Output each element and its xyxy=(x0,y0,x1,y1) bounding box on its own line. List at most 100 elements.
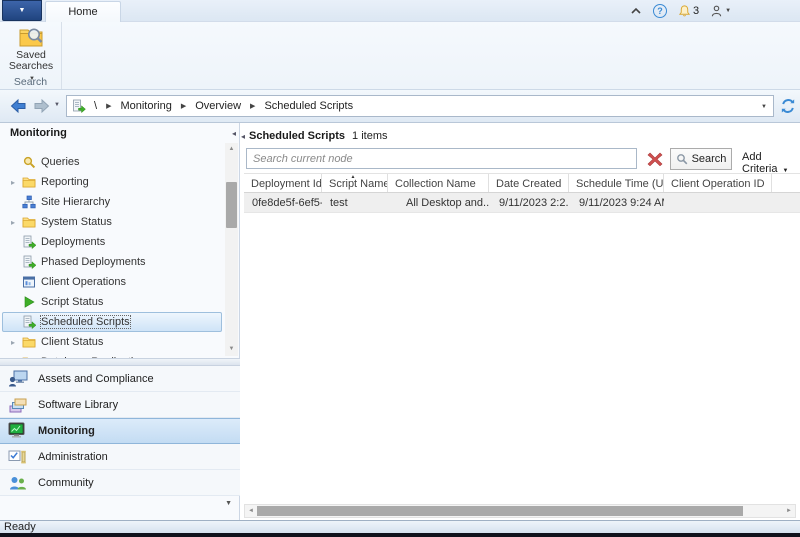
tree-item-script-status[interactable]: Script Status xyxy=(2,292,222,312)
scroll-right-icon[interactable]: ► xyxy=(783,505,795,517)
cell-script-name: test xyxy=(330,197,348,209)
cell-deployment-id: 0fe8de5f-6ef5-... xyxy=(252,197,322,209)
navigation-pane: Monitoring ◂ Queries ▸ Reporting Site Hi… xyxy=(0,123,240,520)
software-library-icon xyxy=(8,396,28,414)
back-button[interactable] xyxy=(6,94,29,117)
community-icon xyxy=(8,474,28,492)
cell-client-operation-id xyxy=(664,193,772,212)
tree-item-scheduled-scripts[interactable]: Scheduled Scripts xyxy=(2,312,222,332)
add-criteria-button[interactable]: Add Criteria ▼ xyxy=(742,151,796,175)
scrollbar-thumb[interactable] xyxy=(257,506,743,516)
tab-home[interactable]: Home xyxy=(45,1,121,22)
search-button[interactable]: Search xyxy=(670,148,732,170)
search-input[interactable] xyxy=(246,148,637,169)
ribbon-group-label-search: Search xyxy=(13,76,48,88)
app-menu-arrow-icon: ▼ xyxy=(18,7,26,14)
workspace-software-library[interactable]: Software Library xyxy=(0,392,240,418)
status-text: Ready xyxy=(4,521,36,533)
configure-workspaces-icon[interactable]: ▼ xyxy=(225,500,232,507)
deployment-icon xyxy=(22,315,36,329)
assets-and-compliance-icon xyxy=(8,370,28,388)
site-hierarchy-icon xyxy=(22,195,36,209)
workspace-buttons: Assets and Compliance Software Library M… xyxy=(0,366,240,496)
column-header-script-name[interactable]: ▲ Script Name xyxy=(322,174,388,192)
navigation-pane-title: Monitoring xyxy=(10,127,67,139)
app-menu-button[interactable]: ▼ xyxy=(2,0,42,21)
cell-date-created: 9/11/2023 2:2... xyxy=(499,197,569,209)
workspace-assets-and-compliance[interactable]: Assets and Compliance xyxy=(0,366,240,392)
address-dropdown-arrow[interactable]: ▼ xyxy=(761,104,767,110)
breadcrumb-separator-icon: ▶ xyxy=(180,103,187,110)
workspace-monitoring[interactable]: Monitoring xyxy=(0,418,240,444)
breadcrumb-separator-icon: ▶ xyxy=(250,103,256,110)
tree-item-client-status[interactable]: ▸ Client Status xyxy=(2,332,222,352)
expand-arrow-icon[interactable]: ▸ xyxy=(11,178,22,187)
notification-count: 3 xyxy=(693,5,700,17)
window-bottom-edge xyxy=(0,533,800,537)
scroll-down-icon[interactable]: ▼ xyxy=(225,343,238,356)
horizontal-scrollbar[interactable]: ◄ ► xyxy=(244,504,796,518)
cell-collection-name: All Desktop and... xyxy=(406,197,489,209)
refresh-icon[interactable] xyxy=(780,98,797,115)
tree-item-system-status[interactable]: ▸ System Status xyxy=(2,212,222,232)
tree-scrollbar[interactable]: ▲ ▼ xyxy=(225,143,238,356)
tree-item-client-operations[interactable]: Client Operations xyxy=(2,272,222,292)
grid-header: Deployment Id ▲ Script Name Collection N… xyxy=(244,173,800,193)
collapse-pane-icon[interactable]: ◂ xyxy=(232,129,236,138)
notifications-bell-icon[interactable]: 3 xyxy=(678,3,699,19)
expand-arrow-icon[interactable]: ▸ xyxy=(11,218,22,227)
results-grid: Deployment Id ▲ Script Name Collection N… xyxy=(244,173,800,213)
search-bar: Search Add Criteria ▼ xyxy=(246,148,796,175)
forward-button[interactable] xyxy=(30,94,53,117)
tree-item-phased-deployments[interactable]: Phased Deployments xyxy=(2,252,222,272)
column-header-date-created[interactable]: Date Created xyxy=(489,174,569,192)
scroll-left-icon[interactable]: ◄ xyxy=(245,505,257,517)
monitoring-icon xyxy=(8,422,28,440)
deployment-icon xyxy=(22,255,36,269)
cell-schedule-time: 9/11/2023 9:24 AM xyxy=(579,197,664,209)
list-title-text: Scheduled Scripts xyxy=(249,130,345,142)
help-icon[interactable]: ? xyxy=(653,3,667,19)
workspace-community[interactable]: Community xyxy=(0,470,240,496)
breadcrumb-item-monitoring[interactable]: Monitoring xyxy=(120,100,171,112)
scroll-up-icon[interactable]: ▲ xyxy=(225,143,238,156)
search-icon xyxy=(676,154,687,165)
breadcrumb-root[interactable]: \ xyxy=(94,100,97,112)
column-header-deployment-id[interactable]: Deployment Id xyxy=(244,174,322,192)
scrollbar-thumb[interactable] xyxy=(226,182,237,228)
collapse-navigation-icon[interactable]: ◂ xyxy=(241,132,245,141)
ribbon-group-search: Saved Searches ▼ Search xyxy=(0,22,62,89)
clear-search-icon[interactable] xyxy=(643,148,667,169)
node-icon xyxy=(73,99,86,113)
breadcrumb-item-scheduled-scripts[interactable]: Scheduled Scripts xyxy=(264,100,353,112)
table-row[interactable]: 0fe8de5f-6ef5-... test All Desktop and..… xyxy=(244,193,800,213)
workspace-buttons-footer: ▼ xyxy=(0,496,240,520)
configuration-manager-window: ▼ Home ? 3 ▼ Saved Searches ▼ Search ▼ \… xyxy=(0,0,800,537)
queries-icon xyxy=(22,155,36,169)
collapse-ribbon-icon[interactable] xyxy=(630,3,642,19)
tree-item-queries[interactable]: Queries xyxy=(2,152,222,172)
titlebar-icons: ? 3 ▼ xyxy=(630,2,731,20)
folder-icon xyxy=(22,215,36,229)
tree-item-site-hierarchy[interactable]: Site Hierarchy xyxy=(2,192,222,212)
workspace-administration[interactable]: Administration xyxy=(0,444,240,470)
item-count: 1 items xyxy=(352,130,388,142)
column-header-schedule-time[interactable]: Schedule Time (UTC) xyxy=(569,174,664,192)
expand-arrow-icon[interactable]: ▸ xyxy=(11,338,22,347)
column-header-client-operation-id[interactable]: Client Operation ID xyxy=(664,174,772,192)
saved-searches-button[interactable]: Saved Searches ▼ xyxy=(3,24,59,82)
pane-splitter[interactable] xyxy=(0,358,240,366)
breadcrumb-item-overview[interactable]: Overview xyxy=(195,100,241,112)
column-header-collection-name[interactable]: Collection Name xyxy=(388,174,489,192)
deployment-icon xyxy=(22,235,36,249)
tree-item-deployments[interactable]: Deployments xyxy=(2,232,222,252)
script-status-play-icon xyxy=(22,295,36,309)
history-dropdown-arrow[interactable]: ▼ xyxy=(54,102,60,108)
tree-item-reporting[interactable]: ▸ Reporting xyxy=(2,172,222,192)
list-title: Scheduled Scripts 1 items xyxy=(249,130,388,142)
saved-searches-icon xyxy=(19,28,43,47)
feedback-icon[interactable]: ▼ xyxy=(710,3,731,19)
breadcrumb[interactable]: \ ▶ Monitoring ▶ Overview ▶ Scheduled Sc… xyxy=(66,95,774,117)
monitoring-tree: Queries ▸ Reporting Site Hierarchy ▸ Sys… xyxy=(0,143,240,358)
administration-icon xyxy=(8,448,28,466)
